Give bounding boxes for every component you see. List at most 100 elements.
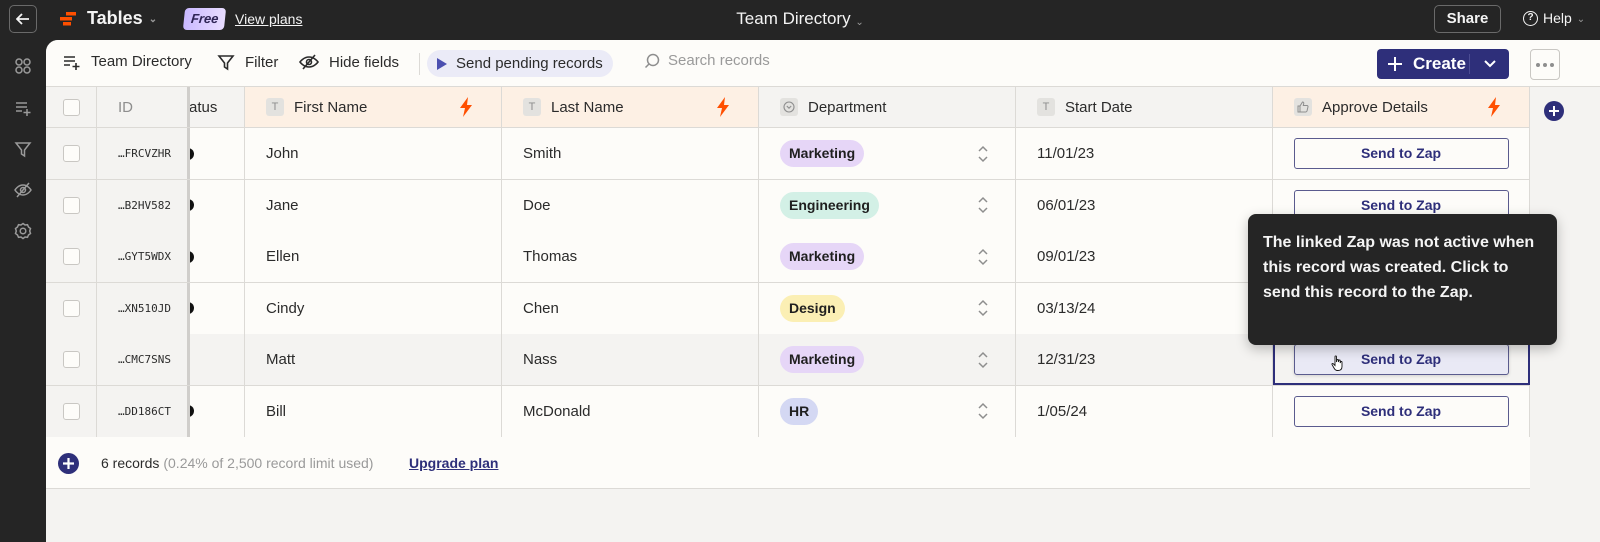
eye-off-icon[interactable] [14,181,32,199]
department-cell[interactable]: Marketing [759,334,1016,385]
app-switcher[interactable]: Tables ⌄ [87,8,157,29]
row-select-cell [46,282,97,334]
column-header-first-name[interactable]: T First Name [245,87,502,127]
id-cell[interactable]: …CMC7SNS [97,334,190,385]
filter-icon[interactable] [14,140,32,158]
status-cell[interactable] [190,282,245,334]
department-cell[interactable]: Marketing [759,128,1016,179]
first-name-cell[interactable]: Bill [245,385,502,437]
chevron-up-down-icon[interactable] [977,195,989,215]
start-date-cell[interactable]: 09/01/23 [1016,231,1273,282]
start-date-cell[interactable]: 03/13/24 [1016,282,1273,334]
help-icon: ? [1523,10,1538,26]
last-name-cell[interactable]: Nass [502,334,759,385]
upgrade-plan-link[interactable]: Upgrade plan [409,455,498,471]
id-cell[interactable]: …DD186CT [97,385,190,437]
apps-icon[interactable] [14,57,32,75]
status-cell[interactable] [190,128,245,179]
row-checkbox[interactable] [62,351,80,368]
help-menu[interactable]: ? Help ⌄ [1523,10,1585,26]
hide-fields-button[interactable]: Hide fields [299,53,399,71]
status-indicator [190,199,194,211]
add-list-icon[interactable] [14,99,32,117]
department-cell[interactable]: Design [759,282,1016,334]
settings-icon[interactable] [14,222,32,240]
more-options-button[interactable] [1530,49,1560,80]
filter-icon [217,55,235,71]
status-cell[interactable] [190,231,245,282]
toolbar-divider [419,53,420,75]
column-header-status[interactable]: atus [190,87,245,127]
add-column-button[interactable] [1544,101,1564,121]
send-pending-records-button[interactable]: Send pending records [427,50,613,77]
department-pill: Marketing [780,243,865,270]
row-checkbox[interactable] [62,402,80,420]
id-cell[interactable]: …B2HV582 [97,179,190,231]
search-input[interactable] [668,52,848,69]
create-button[interactable]: Create [1377,49,1469,79]
row-checkbox[interactable] [62,145,80,162]
share-button[interactable]: Share [1434,5,1501,33]
select-all-checkbox[interactable] [62,98,80,116]
department-cell[interactable]: Marketing [759,231,1016,282]
status-cell[interactable] [190,334,245,385]
id-cell[interactable]: …XN510JD [97,282,190,334]
chevron-up-down-icon[interactable] [977,401,989,421]
column-header-approve-details[interactable]: Approve Details [1273,87,1530,127]
header-select-cell [46,87,97,127]
add-list-icon [64,55,80,70]
chevron-up-down-icon[interactable] [977,350,989,370]
last-name-cell[interactable]: Smith [502,128,759,179]
start-date-cell[interactable]: 06/01/23 [1016,179,1273,231]
column-header-last-name[interactable]: T Last Name [502,87,759,127]
first-name-cell[interactable]: Ellen [245,231,502,282]
status-cell[interactable] [190,385,245,437]
record-limit-text: (0.24% of 2,500 record limit used) [163,455,374,471]
department-cell[interactable]: Engineering [759,179,1016,231]
table-title-dropdown[interactable]: Team Directory ⌄ [736,9,863,28]
send-to-zap-tooltip: The linked Zap was not active when this … [1248,214,1557,345]
id-cell[interactable]: …GYT5WDX [97,231,190,282]
last-name-value: Chen [523,299,559,317]
create-dropdown-button[interactable] [1470,49,1509,79]
dropdown-type-icon [780,98,798,116]
chevron-up-down-icon[interactable] [977,144,989,164]
send-to-zap-button[interactable]: Send to Zap [1293,395,1509,427]
column-header-start-date[interactable]: T Start Date [1016,87,1273,127]
last-name-cell[interactable]: McDonald [502,385,759,437]
table-row[interactable]: …DD186CT Bill McDonald HR 1/05/24 Send to Zap [46,385,1530,438]
first-name-cell[interactable]: John [245,128,502,179]
last-name-cell[interactable]: Doe [502,179,759,231]
view-plans-link[interactable]: View plans [235,11,302,27]
record-id: …DD186CT [118,404,171,418]
table-row[interactable]: …FRCVZHR John Smith Marketing 11/01/23 Send t… [46,128,1530,180]
filter-button[interactable]: Filter [217,53,278,71]
department-cell[interactable]: HR [759,385,1016,437]
send-to-zap-button[interactable]: Send to Zap [1293,138,1509,169]
chevron-up-down-icon[interactable] [977,298,989,318]
row-checkbox[interactable] [62,299,80,317]
first-name-value: Ellen [266,248,300,265]
back-button[interactable] [9,5,37,33]
first-name-cell[interactable]: Jane [245,179,502,231]
chevron-up-down-icon[interactable] [977,247,989,267]
start-date-cell[interactable]: 1/05/24 [1016,385,1273,437]
last-name-cell[interactable]: Thomas [502,231,759,282]
thumbs-up-type-icon [1294,98,1312,116]
first-name-cell[interactable]: Cindy [245,282,502,334]
start-date-cell[interactable]: 11/01/23 [1016,128,1273,179]
row-checkbox[interactable] [62,248,80,265]
last-name-cell[interactable]: Chen [502,282,759,334]
first-name-cell[interactable]: Matt [245,334,502,385]
id-cell[interactable]: …FRCVZHR [97,128,190,179]
send-to-zap-button[interactable]: Send to Zap [1293,344,1509,375]
table-switcher-button[interactable]: Team Directory [63,53,192,70]
column-header-id[interactable]: ID [97,87,190,127]
department-pill: Design [780,294,845,322]
toolbar: Team Directory Filter Hide fields Send p… [46,40,1600,87]
start-date-cell[interactable]: 12/31/23 [1016,334,1273,385]
column-header-department[interactable]: Department [759,87,1016,127]
add-record-button[interactable] [58,453,79,474]
status-cell[interactable] [190,179,245,231]
row-checkbox[interactable] [62,196,80,214]
